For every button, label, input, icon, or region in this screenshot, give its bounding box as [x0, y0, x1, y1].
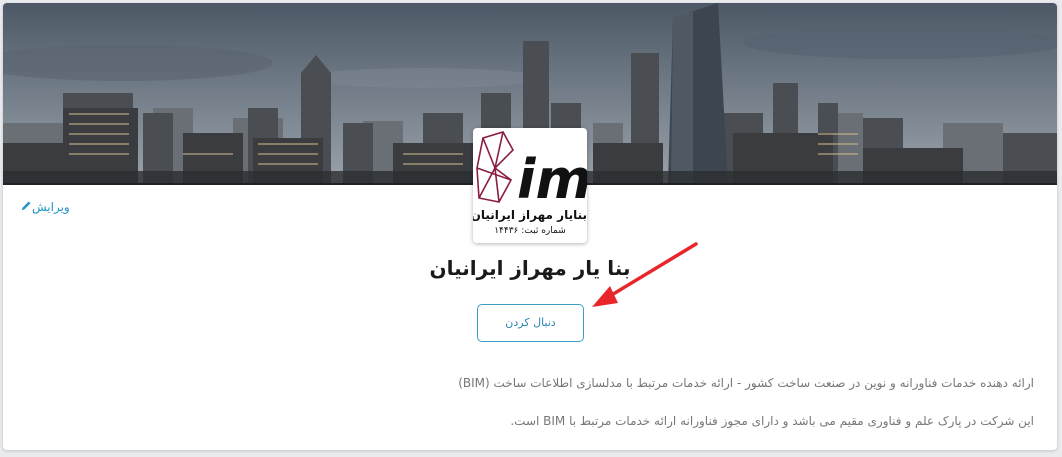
company-name: بنا یار مهراز ایرانیان — [429, 256, 631, 280]
pencil-icon — [21, 200, 32, 214]
edit-label: ویرایش — [32, 200, 70, 214]
logo-company-name: بنایار مهراز ایرانیان — [473, 208, 587, 222]
logo-brand-mark: im — [476, 131, 587, 211]
company-logo: im بنایار مهراز ایرانیان شماره ثبت: ۱۴۴۳… — [473, 128, 587, 243]
logo-brand-text: im — [517, 148, 587, 208]
logo-registration: شماره ثبت: ۱۴۴۳۶ — [494, 226, 566, 236]
description-line-2: این شرکت در پارک علم و فناوری مقیم می با… — [510, 414, 1034, 428]
company-profile-card: ویرایش im بنایار مهراز ایرانیان شماره ثب… — [3, 3, 1057, 450]
follow-button[interactable]: دنبال کردن — [477, 304, 584, 342]
edit-link[interactable]: ویرایش — [17, 200, 70, 214]
description-line-1: ارائه دهنده خدمات فناورانه و نوین در صنع… — [458, 376, 1034, 390]
